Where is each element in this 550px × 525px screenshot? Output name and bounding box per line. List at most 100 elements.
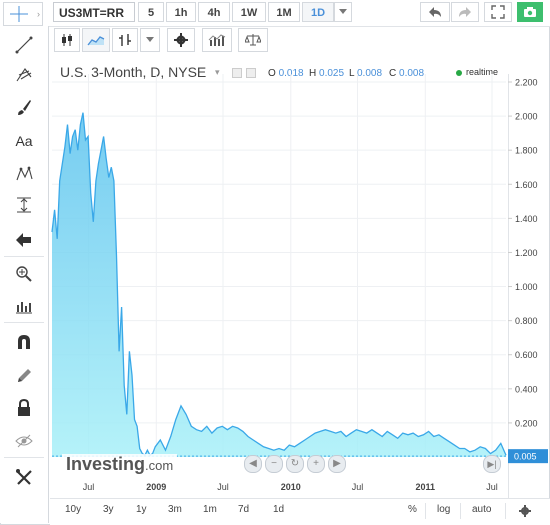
- investing-logo: Investing.com: [62, 454, 178, 478]
- brush-tool[interactable]: [12, 96, 36, 118]
- eye-hidden-icon: [15, 434, 33, 448]
- symbol-input[interactable]: US3MT=RR: [53, 2, 135, 22]
- scale-icon: [245, 34, 261, 46]
- timeframe-4h[interactable]: 4h: [198, 2, 230, 22]
- crosshair-icon: [10, 6, 28, 22]
- lock-icon: [18, 399, 30, 416]
- ohlc-bars-icon: [119, 34, 131, 46]
- scroll-to-end-button[interactable]: ▶|: [483, 455, 501, 473]
- range-1m[interactable]: 1m: [203, 504, 217, 515]
- timeframe-dropdown-button[interactable]: [334, 2, 352, 22]
- measure-tool[interactable]: [12, 194, 36, 216]
- range-7d[interactable]: 7d: [238, 504, 249, 515]
- range-3y[interactable]: 3y: [103, 504, 114, 515]
- pattern-icon: [16, 166, 33, 181]
- chevron-right-icon: ›: [37, 9, 40, 19]
- snapshot-button[interactable]: [517, 2, 543, 22]
- auto-toggle[interactable]: auto: [472, 504, 491, 515]
- back-tool[interactable]: [12, 229, 36, 251]
- range-1y[interactable]: 1y: [136, 504, 147, 515]
- range-3m[interactable]: 3m: [168, 504, 182, 515]
- timeframe-1d[interactable]: 1D: [302, 2, 334, 22]
- legend-settings-icon[interactable]: [232, 68, 242, 78]
- trendline-tool[interactable]: [12, 34, 36, 56]
- area-style-button[interactable]: [82, 28, 110, 52]
- fullscreen-button[interactable]: [484, 2, 512, 22]
- bottom-divider: [460, 503, 461, 519]
- volume-bars-icon: [16, 302, 32, 314]
- scroll-left-button[interactable]: ◀: [244, 455, 262, 473]
- zoom-out-button[interactable]: −: [265, 455, 283, 473]
- tools-cross-icon: [16, 469, 32, 485]
- fullscreen-icon: [491, 5, 505, 19]
- bottom-divider: [425, 503, 426, 519]
- area-chart-icon: [87, 36, 105, 46]
- log-toggle[interactable]: log: [437, 504, 450, 515]
- drawing-tools-sidebar: Aa: [0, 26, 49, 523]
- ohlc-low: L 0.008: [349, 68, 383, 79]
- camera-icon: [524, 7, 536, 17]
- bottom-divider: [505, 503, 506, 519]
- caret-down-icon: [339, 9, 347, 14]
- realtime-indicator: realtime: [456, 67, 498, 77]
- toolbar-divider: [4, 322, 44, 323]
- gear-icon[interactable]: [518, 504, 532, 518]
- timeframe-1w[interactable]: 1W: [232, 2, 266, 22]
- settings-button[interactable]: [167, 28, 195, 52]
- ohlc-close: C 0.008: [389, 68, 425, 79]
- status-dot-icon: [456, 69, 462, 76]
- brush-icon: [18, 100, 31, 115]
- timeframe-1h[interactable]: 1h: [166, 2, 196, 22]
- candlestick-icon: [62, 34, 72, 46]
- text-tool[interactable]: Aa: [12, 130, 36, 152]
- undo-button[interactable]: [420, 2, 450, 22]
- top-toolbar: › US3MT=RR 5 1h 4h 1W 1M 1D: [0, 0, 550, 27]
- stay-drawing-tool[interactable]: [12, 365, 36, 387]
- redo-button[interactable]: [451, 2, 479, 22]
- caret-down-icon: [146, 37, 154, 42]
- magnet-tool[interactable]: [12, 331, 36, 353]
- trendline-icon: [15, 36, 33, 54]
- fibonacci-icon: [16, 68, 32, 82]
- scroll-right-button[interactable]: ▶: [328, 455, 346, 473]
- measure-icon: [17, 197, 31, 213]
- arrow-left-icon: [16, 233, 31, 247]
- chevron-down-icon: ▾: [215, 67, 220, 77]
- toolbar-divider: [4, 457, 44, 458]
- fib-tool[interactable]: [12, 63, 36, 85]
- ohlc-open: O 0.018: [268, 68, 304, 79]
- crosshair-tool-button[interactable]: ›: [3, 2, 43, 26]
- pattern-tool[interactable]: [12, 163, 36, 185]
- undo-arrow-icon: [429, 7, 441, 17]
- remove-drawings-tool[interactable]: [12, 466, 36, 488]
- indicators-button[interactable]: [202, 28, 232, 52]
- gear-icon: [174, 33, 188, 47]
- zoom-tool[interactable]: [12, 263, 36, 285]
- chart-legend-title: U.S. 3-Month, D, NYSE: [60, 64, 207, 80]
- legend-close-icon[interactable]: [246, 68, 256, 78]
- text-aa-icon: Aa: [15, 133, 33, 149]
- range-10y[interactable]: 10y: [65, 504, 81, 515]
- timeframe-1m[interactable]: 1M: [268, 2, 300, 22]
- bars-style-button[interactable]: [112, 28, 138, 52]
- timeframe-5[interactable]: 5: [138, 2, 164, 22]
- percent-toggle[interactable]: %: [408, 504, 417, 515]
- redo-arrow-icon: [459, 7, 471, 17]
- indicators-icon: [208, 34, 226, 46]
- compare-button[interactable]: [238, 28, 268, 52]
- chart-navigation: ◀ − ↻ + ▶: [244, 455, 346, 473]
- range-toolbar: 10y 3y 1y 3m 1m 7d 1d % log auto: [50, 498, 550, 525]
- lock-tool[interactable]: [12, 397, 36, 419]
- toolbar-divider: [4, 256, 44, 257]
- chart-style-dropdown[interactable]: [140, 28, 160, 52]
- range-1d[interactable]: 1d: [273, 504, 284, 515]
- zoom-in-icon: [16, 266, 32, 282]
- reset-view-button[interactable]: ↻: [286, 455, 304, 473]
- magnet-icon: [18, 335, 30, 349]
- hide-drawings-tool[interactable]: [12, 430, 36, 452]
- candles-style-button[interactable]: [54, 28, 80, 52]
- zoom-in-button[interactable]: +: [307, 455, 325, 473]
- ohlc-high: H 0.025: [309, 68, 345, 79]
- pencil-icon: [18, 369, 31, 382]
- volume-tool[interactable]: [12, 295, 36, 317]
